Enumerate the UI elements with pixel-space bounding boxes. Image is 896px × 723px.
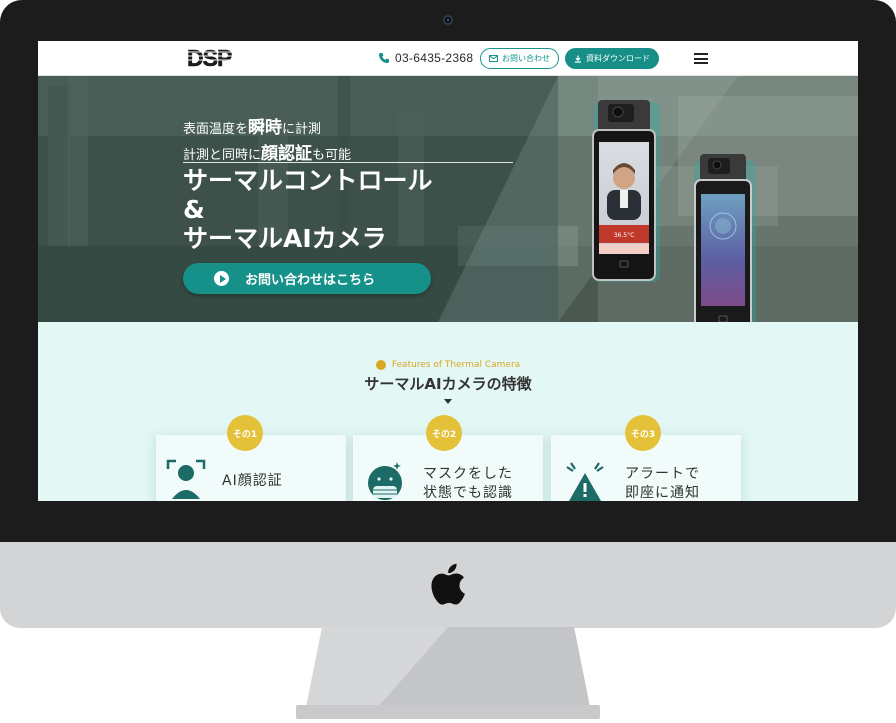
features-subtitle: Features of Thermal Camera xyxy=(38,360,858,370)
hero-divider xyxy=(183,162,513,163)
webcam-icon xyxy=(443,15,453,25)
feature-badge-3: その3 xyxy=(625,415,661,451)
hero-title: サーマルコントロール & サーマルAIカメラ xyxy=(183,166,433,253)
monitor-foot xyxy=(296,705,600,719)
hero-contact-button[interactable]: お問い合わせはこちら xyxy=(183,263,431,294)
hamburger-menu-icon[interactable] xyxy=(694,53,708,64)
hero-tagline-2: 計測と同時に顔認証も可能 xyxy=(183,144,352,164)
thermometer-icon xyxy=(375,360,386,370)
feature-badge-1: その1 xyxy=(227,415,263,451)
contact-button[interactable]: お問い合わせ xyxy=(480,48,559,69)
svg-text:DSP: DSP xyxy=(187,47,232,69)
download-button[interactable]: 資料ダウンロード xyxy=(565,48,659,69)
contact-button-label: お問い合わせ xyxy=(502,54,550,63)
phone-icon xyxy=(379,53,389,63)
features-title: サーマルAIカメラの特徴 xyxy=(364,375,532,393)
feature-card-3-line-1: アラートで xyxy=(625,466,700,482)
face-recognition-icon xyxy=(166,459,206,499)
feature-card-1-line-1: AI顔認証 xyxy=(222,473,283,489)
feature-card-1-text: AI顔認証 xyxy=(222,472,283,491)
hero-title-line-1: サーマルコントロール xyxy=(183,166,433,195)
apple-logo-icon xyxy=(431,563,465,605)
website-screen: DSP 03-6435-2368 お問い合わせ 資料ダウンロード 表面温度を瞬時… xyxy=(38,41,858,501)
features-section: Features of Thermal Camera サーマルAIカメラの特徴 … xyxy=(38,322,858,501)
dsp-logo[interactable]: DSP xyxy=(186,47,268,69)
feature-card-2-text: マスクをした 状態でも認識 xyxy=(423,465,513,501)
feature-card-2-line-1: マスクをした xyxy=(423,466,513,482)
play-icon xyxy=(214,271,229,286)
device-temperature-readout: 36.5°C xyxy=(614,232,635,239)
thermal-camera-device-2 xyxy=(694,154,756,322)
alert-icon xyxy=(566,462,604,501)
mail-icon xyxy=(489,55,498,62)
mask-face-icon xyxy=(368,462,402,500)
hero-title-line-3: サーマルAIカメラ xyxy=(183,224,387,253)
phone-number[interactable]: 03-6435-2368 xyxy=(378,51,473,65)
hero-title-line-2: & xyxy=(183,195,205,224)
feature-card-3-line-2: 即座に通知 xyxy=(625,485,700,501)
thermal-camera-device-1: 36.5°C xyxy=(592,100,660,282)
download-button-label: 資料ダウンロード xyxy=(586,54,650,63)
download-icon xyxy=(575,55,581,63)
caret-down-icon xyxy=(444,399,452,404)
phone-number-text: 03-6435-2368 xyxy=(395,51,474,65)
monitor-stand xyxy=(306,627,590,707)
hero-contact-label: お問い合わせはこちら xyxy=(245,273,376,288)
feature-badge-2: その2 xyxy=(426,415,462,451)
features-subtitle-text: Features of Thermal Camera xyxy=(391,360,521,370)
hero-tagline-1: 表面温度を瞬時に計測 xyxy=(183,118,322,138)
feature-card-2-line-2: 状態でも認識 xyxy=(423,485,513,501)
hero-section: 表面温度を瞬時に計測 計測と同時に顔認証も可能 サーマルコントロール & サーマ… xyxy=(38,76,858,322)
feature-card-3-text: アラートで 即座に通知 xyxy=(625,465,700,501)
site-header: DSP 03-6435-2368 お問い合わせ 資料ダウンロード xyxy=(38,41,858,76)
